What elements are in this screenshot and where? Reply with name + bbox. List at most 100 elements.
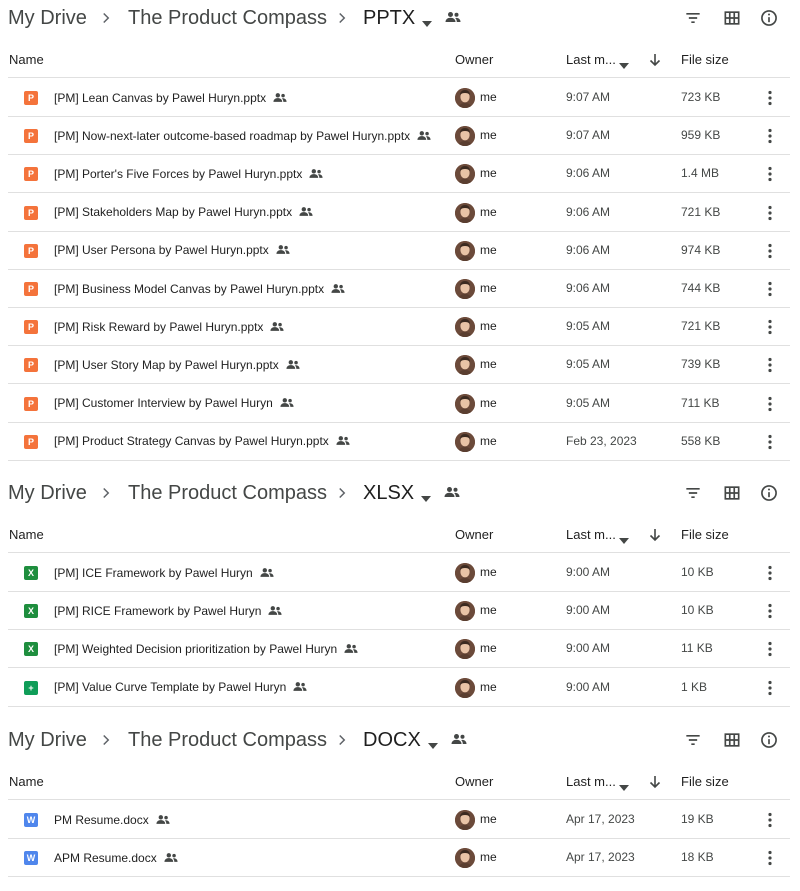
more-vert-icon[interactable] bbox=[763, 563, 777, 583]
file-name-cell[interactable]: [PM] Value Curve Template by Pawel Huryn bbox=[54, 669, 307, 706]
table-row[interactable]: X [PM] RICE Framework by Pawel Huryn me 9:0… bbox=[0, 592, 800, 631]
arrow-down-icon[interactable] bbox=[648, 528, 662, 542]
file-name-cell[interactable]: [PM] User Persona by Pawel Huryn.pptx bbox=[54, 232, 290, 269]
file-name-cell[interactable]: [PM] Stakeholders Map by Pawel Huryn.ppt… bbox=[54, 194, 313, 231]
grid-view-icon[interactable] bbox=[720, 6, 744, 30]
caret-down-icon[interactable] bbox=[619, 532, 629, 544]
breadcrumb-item-1[interactable]: The Product Compass bbox=[128, 0, 327, 36]
grid-view-icon[interactable] bbox=[720, 728, 744, 752]
breadcrumb-item-1[interactable]: The Product Compass bbox=[128, 475, 327, 511]
table-row[interactable]: W PM Resume.docx me Apr 17, 2023 19 KB bbox=[0, 801, 800, 839]
file-name-cell[interactable]: [PM] Weighted Decision prioritization by… bbox=[54, 630, 358, 667]
table-row[interactable]: + [PM] Value Curve Template by Pawel Hury… bbox=[0, 669, 800, 707]
folder-section-1: My Drive The Product Compass XLSX Name Owner… bbox=[0, 475, 800, 707]
info-icon[interactable] bbox=[757, 728, 781, 752]
file-name-cell[interactable]: [PM] ICE Framework by Pawel Huryn bbox=[54, 554, 274, 591]
more-vert-icon[interactable] bbox=[763, 355, 777, 375]
table-row[interactable]: P [PM] Customer Interview by Pawel Huryn m… bbox=[0, 385, 800, 423]
column-header-last-modified[interactable]: Last m... bbox=[566, 42, 616, 78]
column-header-owner[interactable]: Owner bbox=[455, 42, 493, 78]
table-row[interactable]: P [PM] Stakeholders Map by Pawel Huryn.pp… bbox=[0, 194, 800, 232]
column-header-name[interactable]: Name bbox=[9, 517, 44, 553]
breadcrumb-item-0[interactable]: My Drive bbox=[8, 475, 87, 511]
more-vert-icon[interactable] bbox=[763, 203, 777, 223]
xlsx-file-icon: X bbox=[24, 642, 38, 657]
column-header-name[interactable]: Name bbox=[9, 764, 44, 800]
table-row[interactable]: P [PM] Now-next-later outcome-based roadm… bbox=[0, 117, 800, 156]
more-vert-icon[interactable] bbox=[763, 601, 777, 621]
more-vert-icon[interactable] bbox=[763, 317, 777, 337]
breadcrumb-item-0[interactable]: My Drive bbox=[8, 0, 87, 36]
table-row[interactable]: X [PM] Weighted Decision prioritization b… bbox=[0, 630, 800, 669]
more-vert-icon[interactable] bbox=[763, 394, 777, 414]
table-row[interactable]: P [PM] User Persona by Pawel Huryn.pptx me… bbox=[0, 232, 800, 270]
filter-icon[interactable] bbox=[681, 481, 705, 505]
arrow-down-icon[interactable] bbox=[648, 775, 662, 789]
file-name-cell[interactable]: [PM] Business Model Canvas by Pawel Hury… bbox=[54, 270, 345, 307]
more-vert-icon[interactable] bbox=[763, 279, 777, 299]
column-header-name[interactable]: Name bbox=[9, 42, 44, 78]
more-vert-icon[interactable] bbox=[763, 126, 777, 146]
pptx-file-icon: P bbox=[24, 243, 38, 258]
breadcrumb-item-2[interactable]: DOCX bbox=[363, 722, 421, 758]
more-vert-icon[interactable] bbox=[763, 810, 777, 830]
last-modified: 9:00 AM bbox=[566, 565, 611, 579]
table-row[interactable]: P [PM] Product Strategy Canvas by Pawel H… bbox=[0, 423, 800, 461]
file-name: PM Resume.docx bbox=[54, 812, 149, 827]
more-vert-icon[interactable] bbox=[763, 639, 777, 659]
grid-view-icon[interactable] bbox=[720, 481, 744, 505]
breadcrumb-item-1[interactable]: The Product Compass bbox=[128, 722, 327, 758]
caret-down-icon[interactable] bbox=[428, 736, 438, 749]
filter-icon[interactable] bbox=[681, 728, 705, 752]
caret-down-icon[interactable] bbox=[422, 14, 432, 27]
people-icon bbox=[260, 567, 274, 579]
table-row[interactable]: X [PM] ICE Framework by Pawel Huryn me 9:00… bbox=[0, 554, 800, 592]
column-header-last-modified[interactable]: Last m... bbox=[566, 517, 616, 553]
file-name-cell[interactable]: PM Resume.docx bbox=[54, 801, 170, 838]
file-name-cell[interactable]: [PM] Risk Reward by Pawel Huryn.pptx bbox=[54, 308, 284, 345]
avatar bbox=[455, 355, 475, 376]
filter-icon[interactable] bbox=[681, 6, 705, 30]
more-vert-icon[interactable] bbox=[763, 678, 777, 698]
arrow-down-icon[interactable] bbox=[648, 53, 662, 67]
file-name-cell[interactable]: [PM] User Story Map by Pawel Huryn.pptx bbox=[54, 346, 300, 383]
column-header-file-size[interactable]: File size bbox=[681, 517, 729, 553]
info-icon[interactable] bbox=[757, 6, 781, 30]
more-vert-icon[interactable] bbox=[763, 88, 777, 108]
file-name-cell[interactable]: [PM] Product Strategy Canvas by Pawel Hu… bbox=[54, 423, 350, 460]
info-icon[interactable] bbox=[757, 481, 781, 505]
more-vert-icon[interactable] bbox=[763, 164, 777, 184]
file-name-cell[interactable]: [PM] Customer Interview by Pawel Huryn bbox=[54, 385, 294, 422]
file-size: 18 KB bbox=[681, 850, 714, 865]
file-name-cell[interactable]: [PM] Lean Canvas by Pawel Huryn.pptx bbox=[54, 79, 287, 116]
more-vert-icon[interactable] bbox=[763, 432, 777, 452]
avatar bbox=[455, 563, 475, 583]
breadcrumb-item-0[interactable]: My Drive bbox=[8, 722, 87, 758]
file-name-cell[interactable]: [PM] Now-next-later outcome-based roadma… bbox=[54, 117, 431, 154]
more-vert-icon[interactable] bbox=[763, 241, 777, 261]
breadcrumb-item-2[interactable]: XLSX bbox=[363, 475, 414, 511]
last-modified: 9:05 AM bbox=[566, 395, 611, 410]
table-row[interactable]: P [PM] Lean Canvas by Pawel Huryn.pptx me 9… bbox=[0, 79, 800, 117]
table-row[interactable]: W APM Resume.docx me Apr 17, 2023 18 KB bbox=[0, 839, 800, 878]
breadcrumb-item-2[interactable]: PPTX bbox=[363, 0, 415, 36]
column-header-last-modified[interactable]: Last m... bbox=[566, 764, 616, 800]
more-vert-icon[interactable] bbox=[763, 848, 777, 868]
file-name-cell[interactable]: [PM] Porter's Five Forces by Pawel Huryn… bbox=[54, 155, 323, 192]
column-header-owner[interactable]: Owner bbox=[455, 517, 493, 553]
caret-down-icon[interactable] bbox=[619, 779, 629, 791]
people-icon bbox=[309, 168, 323, 180]
table-row[interactable]: P [PM] Business Model Canvas by Pawel Hur… bbox=[0, 270, 800, 308]
pptx-file-icon: P bbox=[24, 358, 38, 373]
file-name-cell[interactable]: APM Resume.docx bbox=[54, 839, 178, 876]
column-header-file-size[interactable]: File size bbox=[681, 42, 729, 78]
column-header-file-size[interactable]: File size bbox=[681, 764, 729, 800]
table-row[interactable]: P [PM] User Story Map by Pawel Huryn.pptx… bbox=[0, 346, 800, 385]
column-header-owner[interactable]: Owner bbox=[455, 764, 493, 800]
people-icon bbox=[270, 321, 284, 333]
file-name-cell[interactable]: [PM] RICE Framework by Pawel Huryn bbox=[54, 592, 282, 629]
caret-down-icon[interactable] bbox=[421, 489, 431, 502]
table-row[interactable]: P [PM] Risk Reward by Pawel Huryn.pptx me 9… bbox=[0, 308, 800, 347]
caret-down-icon[interactable] bbox=[619, 57, 629, 69]
table-row[interactable]: P [PM] Porter's Five Forces by Pawel Hury… bbox=[0, 155, 800, 194]
